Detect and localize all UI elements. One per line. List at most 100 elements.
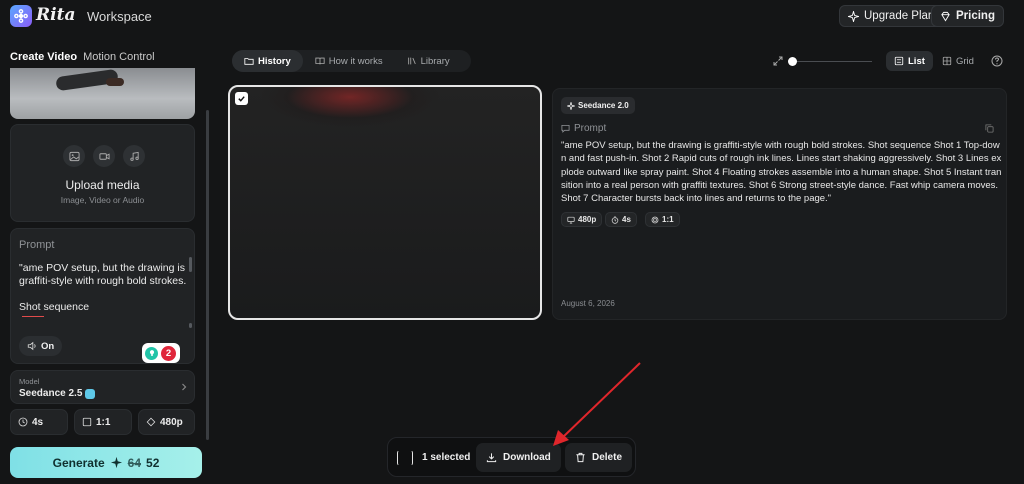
tab-create-video[interactable]: Create Video [10,51,77,63]
prompt-line-1: "ame POV setup, but the drawing is graff… [19,262,187,287]
selection-action-bar: 1 selected Download Delete [387,437,636,477]
aspect-ratio-value: 1:1 [96,416,111,428]
tab-motion-control[interactable]: Motion Control [83,51,155,63]
generate-label: Generate [52,455,105,470]
prompt-scrollbar-end [189,323,192,328]
pricing-button[interactable]: Pricing [931,5,1004,27]
upload-title: Upload media [65,178,140,192]
prompt-scrollbar[interactable] [189,257,192,272]
tab-history-label: History [258,55,291,67]
tab-history[interactable]: History [232,50,303,72]
resolution-option[interactable]: 480p [138,409,195,435]
sparkle-icon [848,10,859,22]
book-icon [315,57,325,65]
prompt-textarea[interactable]: "ame POV setup, but the drawing is graff… [19,262,187,327]
timer-icon [611,215,619,224]
resolution-value: 480p [160,416,183,428]
diamond-tag-icon [146,417,156,427]
folder-icon [244,58,254,65]
top-bar: Rita Workspace Upgrade Plan Pricing [0,0,1024,34]
detail-duration-chip: 4s [605,212,637,227]
generation-detail-card: Seedance 2.0 Prompt "ame POV setup, but … [552,88,1007,320]
upgrade-plan-button[interactable]: Upgrade Plan [839,5,944,27]
chevron-right-icon [182,383,187,391]
list-view-label: List [908,55,925,67]
sparkle-icon [110,456,122,469]
model-chip: Seedance 2.0 [561,97,635,114]
list-view-button[interactable]: List [886,51,933,71]
target-icon [651,216,659,223]
upload-media-dropzone[interactable]: Upload media Image, Video or Audio [10,124,195,222]
generate-cost: 52 [146,455,160,470]
audio-toggle-label: On [41,340,55,352]
model-name: Seedance 2.5 [19,388,83,399]
thumbnail-figure-detail [106,78,124,86]
tab-how-it-works-label: How it works [328,55,383,67]
model-selector[interactable]: Model Seedance 2.5 [10,370,195,404]
grid-icon [942,56,952,66]
square-icon [82,417,92,427]
zoom-slider-track[interactable] [792,61,872,62]
audio-toggle[interactable]: On [19,336,63,356]
model-label: Model [19,377,40,386]
detail-prompt-label-text: Prompt [574,123,607,134]
spellcheck-underline [22,316,44,317]
detail-count-value: 1:1 [662,215,674,224]
workspace-link[interactable]: Workspace [87,9,152,24]
pricing-label: Pricing [956,10,995,22]
diamond-icon [941,11,950,21]
sparkle-icon [567,101,575,110]
detail-count-chip: 1:1 [645,212,680,227]
video-card[interactable] [228,85,542,320]
check-icon [238,96,245,102]
lightbulb-icon [145,346,158,360]
delete-label: Delete [592,452,623,463]
download-icon [486,453,497,463]
logo-text[interactable]: Rita [36,5,75,25]
left-panel-scrollbar[interactable] [206,110,209,440]
tab-library-label: Library [420,55,450,67]
zoom-slider-handle[interactable] [788,57,797,66]
grid-view-label: Grid [956,55,974,67]
audio-icon[interactable] [123,145,145,167]
help-icon[interactable] [991,55,1003,67]
assistant-badge[interactable]: 2 [142,343,180,363]
speaker-icon [27,341,36,351]
video-icon[interactable] [93,145,115,167]
tab-library[interactable]: Library [395,50,462,72]
generate-old-cost: 64 [127,455,142,470]
notification-count: 2 [161,345,176,361]
model-value: Seedance 2.5 [19,388,96,399]
prompt-line-2: Shot sequence [19,301,90,313]
library-icon [407,57,416,65]
generate-button[interactable]: Generate 64 52 [10,447,202,478]
upload-type-icons [63,145,145,167]
clock-icon [18,417,28,427]
logo-icon[interactable] [10,5,32,27]
detail-resolution-value: 480p [578,215,597,224]
list-icon [894,56,904,66]
aspect-ratio-option[interactable]: 1:1 [74,409,132,435]
detail-resolution-chip: 480p [561,212,603,227]
selected-count: 1 selected [422,452,471,463]
expand-icon[interactable] [773,56,783,66]
monitor-icon [567,216,575,224]
card-checkbox[interactable] [235,92,248,105]
select-all-checkbox[interactable] [397,450,413,466]
detail-prompt-label: Prompt [561,123,606,134]
image-icon[interactable] [63,145,85,167]
model-chip-label: Seedance 2.0 [578,101,629,110]
duration-value: 4s [32,416,44,428]
tab-how-it-works[interactable]: How it works [303,50,395,72]
create-tabs: Create Video Motion Control [10,51,155,63]
comment-icon [561,124,570,133]
prompt-box[interactable]: Prompt "ame POV setup, but the drawing i… [10,228,195,364]
prompt-label: Prompt [19,239,55,251]
reference-thumbnail[interactable] [10,68,195,119]
duration-option[interactable]: 4s [10,409,68,435]
download-button[interactable]: Download [476,443,561,472]
copy-icon[interactable] [985,124,994,133]
grid-view-button[interactable]: Grid [934,51,982,71]
detail-date: August 6, 2026 [561,299,615,308]
delete-button[interactable]: Delete [565,443,633,472]
